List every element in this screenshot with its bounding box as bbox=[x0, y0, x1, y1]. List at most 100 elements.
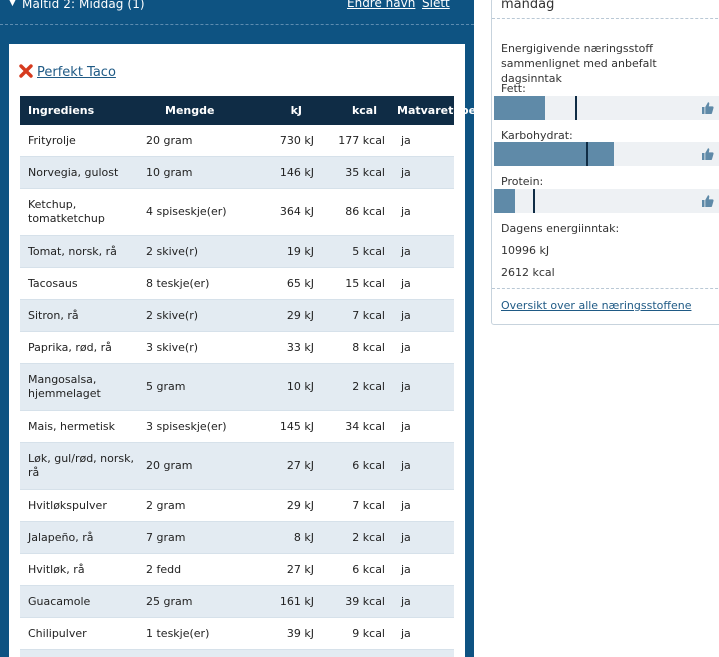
header-amount[interactable]: Mengde bbox=[146, 96, 247, 125]
ingredient-kcal bbox=[314, 650, 385, 657]
ingredient-kj: 161 kJ bbox=[279, 594, 314, 608]
ingredient-name: Hvitløkspulver bbox=[28, 498, 107, 512]
table-row[interactable]: Sitron, rå 2 skive(r) 29 kJ 7 kcal ja bbox=[20, 299, 454, 332]
ingredient-amount: 25 gram bbox=[146, 594, 193, 608]
ingredient-kj: 364 kJ bbox=[279, 205, 314, 218]
nutrient-label-carbohydrate: Karbohydrat: bbox=[501, 129, 573, 142]
ingredient-kcal: 34 kcal bbox=[345, 419, 385, 433]
energy-kcal-value: 2612 kcal bbox=[501, 266, 555, 279]
recipe-card: Perfekt Taco Ingrediens Mengde kJ kcal M… bbox=[9, 44, 474, 657]
table-row[interactable]: Chilipulver 1 teskje(er) 39 kJ 9 kcal ja bbox=[20, 618, 454, 650]
ingredient-kcal: 15 kcal bbox=[345, 276, 385, 290]
ingredient-source: ja bbox=[401, 459, 411, 472]
ingredient-kj: 146 kJ bbox=[279, 165, 314, 179]
carbohydrate-bar-marker bbox=[586, 142, 588, 166]
ingredient-source: ja bbox=[401, 498, 411, 512]
ingredient-rows: Frityrolje 20 gram 730 kJ 177 kcal ja Norvegi… bbox=[20, 125, 454, 657]
caret-down-icon[interactable]: ▼ bbox=[9, 0, 16, 8]
table-row[interactable]: Paprika, rød, rå 3 skive(r) 33 kJ 8 kcal ja bbox=[20, 332, 454, 364]
table-row[interactable]: Norvegia, gulost 10 gram 146 kJ 35 kcal ja bbox=[20, 156, 454, 189]
ingredient-kj: 19 kJ bbox=[286, 244, 314, 258]
table-row[interactable]: Mais, hermetisk 3 spiseskje(er) 145 kJ 34 k… bbox=[20, 411, 454, 443]
ingredient-amount: 3 skive(r) bbox=[146, 340, 199, 354]
ingredient-kj: 27 kJ bbox=[286, 562, 314, 576]
header-kj[interactable]: kJ bbox=[247, 96, 314, 125]
fat-bar-fill bbox=[494, 96, 545, 120]
ingredient-source: ja bbox=[401, 308, 411, 322]
ingredient-kj bbox=[247, 650, 314, 657]
ingredient-source: ja bbox=[401, 165, 411, 179]
protein-bar-marker bbox=[533, 189, 535, 213]
ingredient-source: ja bbox=[401, 562, 411, 576]
ingredient-kcal: 6 kcal bbox=[352, 459, 385, 472]
ingredient-kj: 33 kJ bbox=[286, 340, 314, 354]
ingredient-kj: 65 kJ bbox=[286, 276, 314, 290]
table-row[interactable]: Mangosalsa, hjemmelaget 5 gram 10 kJ 2 kcal… bbox=[20, 363, 454, 411]
meal-panel: ▼ Måltid 2: Middag (1) Endre navn Slett … bbox=[0, 0, 474, 657]
header-source[interactable]: Matvaretabellen bbox=[385, 96, 474, 125]
header-kcal[interactable]: kcal bbox=[314, 96, 385, 125]
recipe-name-link[interactable]: Perfekt Taco bbox=[37, 65, 116, 80]
ingredient-amount: 8 teskje(er) bbox=[146, 276, 210, 290]
ingredient-amount: 4 spiseskje(er) bbox=[146, 205, 227, 218]
ingredient-source: ja bbox=[401, 380, 411, 393]
ingredient-name: Paprika, rød, rå bbox=[28, 340, 112, 354]
remove-icon[interactable] bbox=[19, 64, 33, 78]
table-row[interactable]: Løk, gul/rød, norsk, rå 20 gram 27 kJ 6 kca… bbox=[20, 442, 454, 490]
ingredient-name: Hvitløk, rå bbox=[28, 562, 85, 576]
ingredient-kcal: 7 kcal bbox=[352, 308, 385, 322]
ingredient-kj: 29 kJ bbox=[286, 498, 314, 512]
ingredient-kj: 27 kJ bbox=[286, 459, 314, 472]
ingredient-source bbox=[385, 650, 454, 657]
table-row[interactable]: Ananas, bbox=[20, 649, 454, 657]
ingredient-name: Norvegia, gulost bbox=[28, 165, 119, 179]
ingredient-source: ja bbox=[401, 626, 411, 640]
ingredient-amount bbox=[146, 650, 247, 657]
meal-header: ▼ Måltid 2: Middag (1) Endre navn Slett bbox=[0, 0, 474, 25]
header-ingredient[interactable]: Ingrediens bbox=[20, 96, 146, 125]
ingredient-source: ja bbox=[401, 594, 411, 608]
ingredient-name: Løk, gul/rød, norsk, rå bbox=[28, 452, 134, 479]
fat-bar-marker bbox=[575, 96, 577, 120]
ingredient-name: Jalapeño, rå bbox=[28, 530, 94, 544]
ingredient-kcal: 7 kcal bbox=[352, 498, 385, 512]
thumbs-up-icon bbox=[702, 148, 714, 160]
carbohydrate-bar-fill bbox=[494, 142, 614, 166]
ingredient-amount: 7 gram bbox=[146, 530, 186, 544]
ingredient-amount: 20 gram bbox=[146, 459, 193, 472]
ingredient-name: Mais, hermetisk bbox=[28, 419, 116, 433]
ingredient-name: Ananas, bbox=[20, 650, 146, 657]
ingredient-kj: 730 kJ bbox=[279, 133, 314, 147]
delete-meal-link[interactable]: Slett bbox=[422, 0, 450, 10]
nutrient-overview-link[interactable]: Oversikt over alle næringsstoffene bbox=[501, 299, 691, 312]
ingredient-kcal: 2 kcal bbox=[352, 380, 385, 393]
rename-meal-link[interactable]: Endre navn bbox=[347, 0, 415, 10]
table-row[interactable]: Tacosaus 8 teskje(er) 65 kJ 15 kcal ja bbox=[20, 268, 454, 300]
ingredient-amount: 5 gram bbox=[146, 380, 186, 393]
ingredient-amount: 3 spiseskje(er) bbox=[146, 419, 227, 433]
table-header-row: Ingrediens Mengde kJ kcal Matvaretabelle… bbox=[20, 96, 474, 125]
table-row[interactable]: Frityrolje 20 gram 730 kJ 177 kcal ja bbox=[20, 125, 454, 157]
table-row[interactable]: Tomat, norsk, rå 2 skive(r) 19 kJ 5 kcal ja bbox=[20, 235, 454, 268]
ingredient-kj: 145 kJ bbox=[279, 419, 314, 433]
energy-label: Dagens energiinntak: bbox=[501, 222, 620, 235]
table-row[interactable]: Ketchup, tomatketchup 4 spiseskje(er) 364 … bbox=[20, 189, 454, 236]
table-row[interactable]: Hvitløk, rå 2 fedd 27 kJ 6 kcal ja bbox=[20, 554, 454, 586]
table-row[interactable]: Hvitløkspulver 2 gram 29 kJ 7 kcal ja bbox=[20, 490, 454, 522]
ingredient-kcal: 5 kcal bbox=[352, 244, 385, 258]
ingredient-source: ja bbox=[401, 205, 411, 218]
ingredient-source: ja bbox=[401, 133, 411, 147]
table-row[interactable]: Guacamole 25 gram 161 kJ 39 kcal ja bbox=[20, 585, 454, 618]
fat-bar bbox=[494, 96, 719, 120]
ingredient-kj: 10 kJ bbox=[286, 380, 314, 393]
ingredient-name: Tacosaus bbox=[28, 276, 78, 290]
meal-title[interactable]: Måltid 2: Middag (1) bbox=[22, 0, 145, 11]
ingredient-kj: 39 kJ bbox=[286, 626, 314, 640]
ingredient-source: ja bbox=[401, 244, 411, 258]
table-row[interactable]: Jalapeño, rå 7 gram 8 kJ 2 kcal ja bbox=[20, 521, 454, 554]
ingredient-kcal: 6 kcal bbox=[352, 562, 385, 576]
ingredient-kcal: 8 kcal bbox=[352, 340, 385, 354]
ingredient-source: ja bbox=[401, 419, 411, 433]
nutrient-label-fat: Fett: bbox=[501, 82, 526, 95]
energy-kj-value: 10996 kJ bbox=[501, 244, 550, 257]
